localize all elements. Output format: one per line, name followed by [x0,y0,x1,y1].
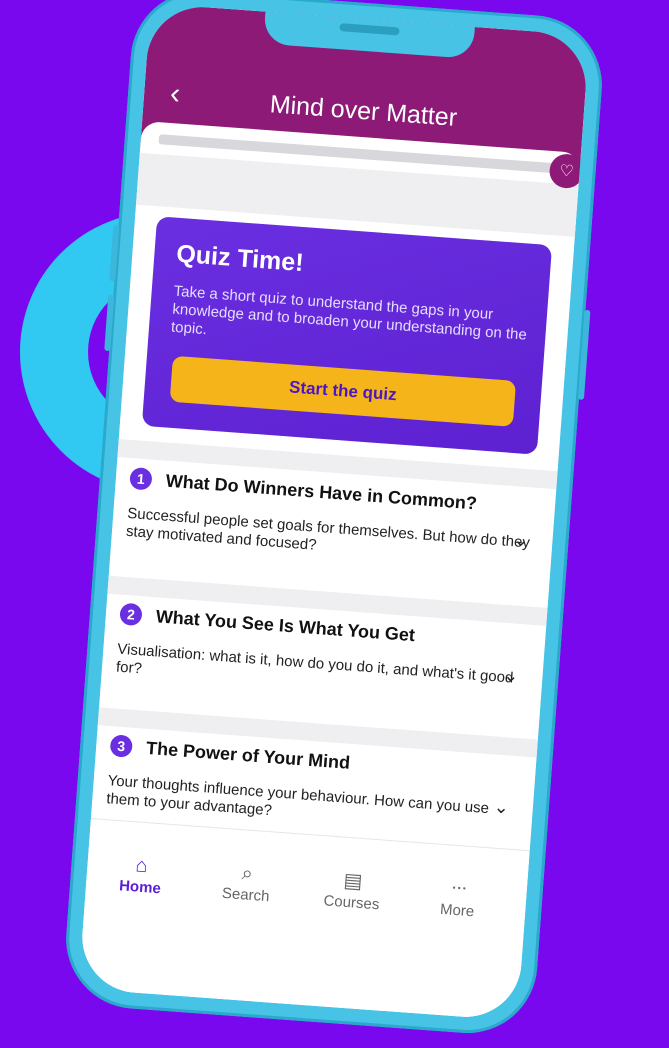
lesson-description: Successful people set goals for themselv… [125,504,531,554]
lesson-description: Visualisation: what is it, how do you do… [115,640,514,687]
chevron-down-icon[interactable]: ⌄ [493,797,510,819]
bottom-tab-bar: ⌂ Home ⌕ Search ▤ Courses ᐧᐧᐧ More [78,818,530,1021]
phone-screen: ‹ Mind over Matter ♡ Quiz Time! Take a s… [78,3,590,1021]
quiz-description: Take a short quiz to understand the gaps… [170,282,528,344]
page-title: Mind over Matter [268,89,459,132]
tab-search[interactable]: ⌕ Search [205,858,288,907]
tab-courses[interactable]: ▤ Courses [311,865,394,914]
lesson-number-badge: 2 [119,602,143,627]
start-quiz-button[interactable]: Start the quiz [169,355,517,427]
phone-mockup: ‹ Mind over Matter ♡ Quiz Time! Take a s… [61,0,607,1038]
tab-more[interactable]: ᐧᐧᐧ More [417,873,500,922]
lesson-number-badge: 3 [109,734,134,758]
speaker [339,23,400,36]
chevron-down-icon[interactable]: ⌄ [513,529,530,551]
lesson-number-badge: 1 [129,466,153,491]
tab-home[interactable]: ⌂ Home [99,850,182,899]
chevron-down-icon[interactable]: ⌄ [503,665,520,687]
quiz-card: Quiz Time! Take a short quiz to understa… [141,216,553,455]
